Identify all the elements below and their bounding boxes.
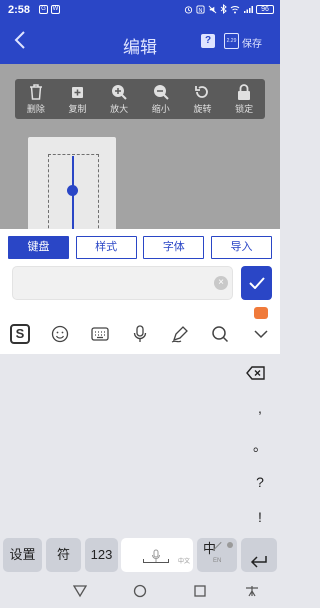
app-header: 编辑 ? 2.29 保存 — [0, 20, 280, 64]
battery-icon: 96 — [256, 4, 274, 14]
key-exclamation[interactable]: ! — [248, 505, 272, 529]
panel-tabs: 键盘 样式 字体 导入 — [8, 236, 272, 259]
zoom-in-button[interactable]: 放大 — [104, 84, 134, 115]
space-sub-label: 中文 — [177, 559, 190, 565]
confirm-button[interactable] — [241, 266, 272, 300]
svg-text:N: N — [199, 7, 203, 13]
keyboard-bottom-row: 设置 符 123 中文 中 EN — [0, 538, 280, 572]
mascot-icon[interactable] — [254, 307, 268, 319]
system-nav-bar — [0, 572, 280, 608]
backspace-icon[interactable] — [246, 366, 266, 385]
search-icon[interactable] — [209, 323, 231, 345]
delete-button[interactable]: 删除 — [21, 83, 51, 115]
text-input[interactable] — [12, 266, 233, 300]
lock-label: 锁定 — [235, 103, 254, 114]
space-mic-icon — [151, 542, 161, 562]
delete-label: 删除 — [26, 103, 45, 114]
nav-home-icon[interactable] — [133, 584, 147, 598]
save-button[interactable]: 保存 — [242, 35, 262, 50]
alarm-icon — [184, 5, 193, 14]
tab-keyboard[interactable]: 键盘 — [8, 236, 69, 259]
clock: 2:58 — [8, 4, 31, 16]
space-bar-glyph — [143, 559, 169, 563]
edit-panel: 键盘 样式 字体 导入 × S — [0, 229, 280, 354]
collapse-keyboard-icon[interactable] — [250, 323, 272, 345]
emoji-icon[interactable] — [49, 323, 71, 345]
copy-label: 复制 — [68, 103, 87, 114]
zoom-in-icon — [111, 84, 127, 100]
key-comma[interactable]: , — [248, 396, 272, 420]
signal-icon — [244, 5, 253, 13]
clear-icon[interactable]: × — [214, 276, 228, 290]
language-switch-key[interactable]: 中 EN — [197, 538, 237, 572]
rotate-icon — [194, 84, 210, 100]
rotate-label: 旋转 — [193, 103, 212, 114]
space-key[interactable]: 中文 — [121, 538, 193, 572]
handwriting-icon[interactable] — [169, 323, 191, 345]
keyboard: , 。 ? ! 设置 符 123 中文 中 EN — [0, 354, 280, 572]
zoom-out-icon — [153, 84, 169, 100]
nav-recents-icon[interactable] — [193, 584, 207, 598]
status-bar: 2:58 G W N 96 — [0, 0, 280, 20]
tab-font[interactable]: 字体 — [143, 236, 205, 259]
edit-toolbar: 删除 复制 放大 缩小 旋转 锁定 — [15, 79, 265, 119]
copy-button[interactable]: 复制 — [62, 84, 92, 115]
language-indicator-dot — [227, 542, 233, 548]
sogou-logo-icon[interactable]: S — [9, 323, 31, 345]
settings-key[interactable]: 设置 — [3, 538, 42, 572]
wifi-icon — [230, 5, 240, 13]
key-period[interactable]: 。 — [248, 434, 272, 458]
language-sub-label: EN — [213, 558, 222, 564]
numbers-key[interactable]: 123 — [85, 538, 118, 572]
key-question[interactable]: ? — [248, 470, 272, 494]
copy-icon — [69, 84, 85, 100]
silent-icon — [208, 5, 217, 13]
notification-icon-2: W — [51, 5, 60, 14]
zoom-out-label: 缩小 — [151, 103, 170, 114]
microphone-icon[interactable] — [129, 323, 151, 345]
ime-toolbar: S — [0, 301, 280, 354]
zoom-out-button[interactable]: 缩小 — [146, 84, 176, 115]
enter-key[interactable] — [241, 538, 277, 572]
nav-accessibility-icon[interactable] — [244, 584, 258, 598]
save-icon[interactable]: 2.29 — [224, 33, 239, 49]
tab-style[interactable]: 样式 — [75, 236, 137, 259]
tab-import[interactable]: 导入 — [210, 236, 272, 259]
label-canvas[interactable]: 删除 复制 放大 缩小 旋转 锁定 — [0, 64, 280, 229]
trash-icon — [28, 83, 44, 100]
lock-button[interactable]: 锁定 — [229, 83, 259, 115]
lock-icon — [236, 83, 252, 100]
nav-back-icon[interactable] — [72, 584, 88, 598]
bluetooth-icon — [220, 4, 227, 14]
resize-handle[interactable] — [67, 185, 78, 196]
help-icon[interactable]: ? — [201, 34, 215, 48]
keyboard-icon[interactable] — [89, 323, 111, 345]
nfc-icon: N — [196, 4, 205, 13]
zoom-in-label: 放大 — [110, 103, 129, 114]
rotate-button[interactable]: 旋转 — [187, 84, 217, 115]
notification-icon-1: G — [39, 5, 48, 14]
symbols-key[interactable]: 符 — [46, 538, 81, 572]
check-icon — [248, 277, 265, 289]
